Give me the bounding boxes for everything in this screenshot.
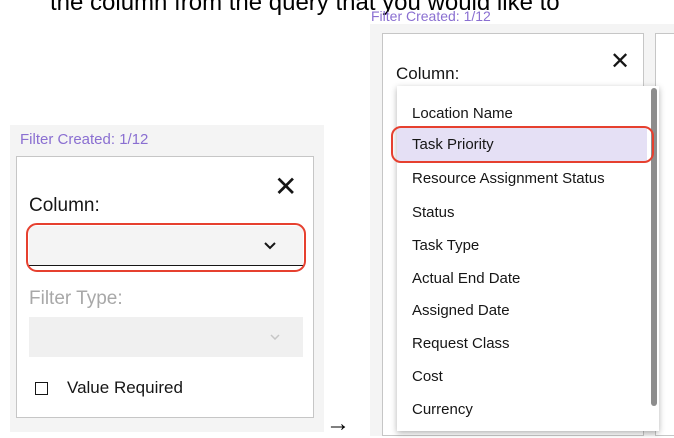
- menu-item-request-class[interactable]: Request Class: [397, 327, 647, 360]
- chevron-down-icon-disabled: [270, 327, 280, 343]
- close-icon[interactable]: ✕: [274, 173, 297, 201]
- arrow-right-icon: →: [326, 410, 350, 437]
- filter-created-counter: Filter Created: 1/12: [20, 131, 149, 148]
- column-label-after: Column:: [396, 64, 460, 83]
- menu-item-cost[interactable]: Cost: [397, 360, 647, 393]
- menu-item-resource-assignment-status[interactable]: Resource Assignment Status: [397, 162, 647, 195]
- filter-type-dropdown[interactable]: [29, 317, 303, 357]
- chevron-down-icon: [264, 234, 276, 255]
- filter-created-counter-after: Filter Created: 1/12: [371, 8, 491, 24]
- menu-item-task-type[interactable]: Task Type: [397, 229, 647, 262]
- column-options-menu: Location Name Task Priority Resource Ass…: [397, 86, 659, 431]
- menu-item-task-priority[interactable]: Task Priority: [397, 128, 647, 161]
- menu-item-status[interactable]: Status: [397, 196, 647, 229]
- menu-item-location-name[interactable]: Location Name: [397, 97, 647, 130]
- filter-type-label: Filter Type:: [29, 288, 123, 309]
- menu-scrollbar[interactable]: [651, 88, 657, 406]
- column-label: Column:: [29, 195, 100, 216]
- menu-item-assigned-date[interactable]: Assigned Date: [397, 294, 647, 327]
- value-required-label: Value Required: [67, 378, 183, 397]
- menu-item-currency[interactable]: Currency: [397, 393, 647, 426]
- close-icon[interactable]: ✕: [610, 48, 630, 76]
- column-dropdown[interactable]: [29, 226, 303, 266]
- menu-item-actual-end-date[interactable]: Actual End Date: [397, 262, 647, 295]
- value-required-checkbox[interactable]: [35, 382, 48, 395]
